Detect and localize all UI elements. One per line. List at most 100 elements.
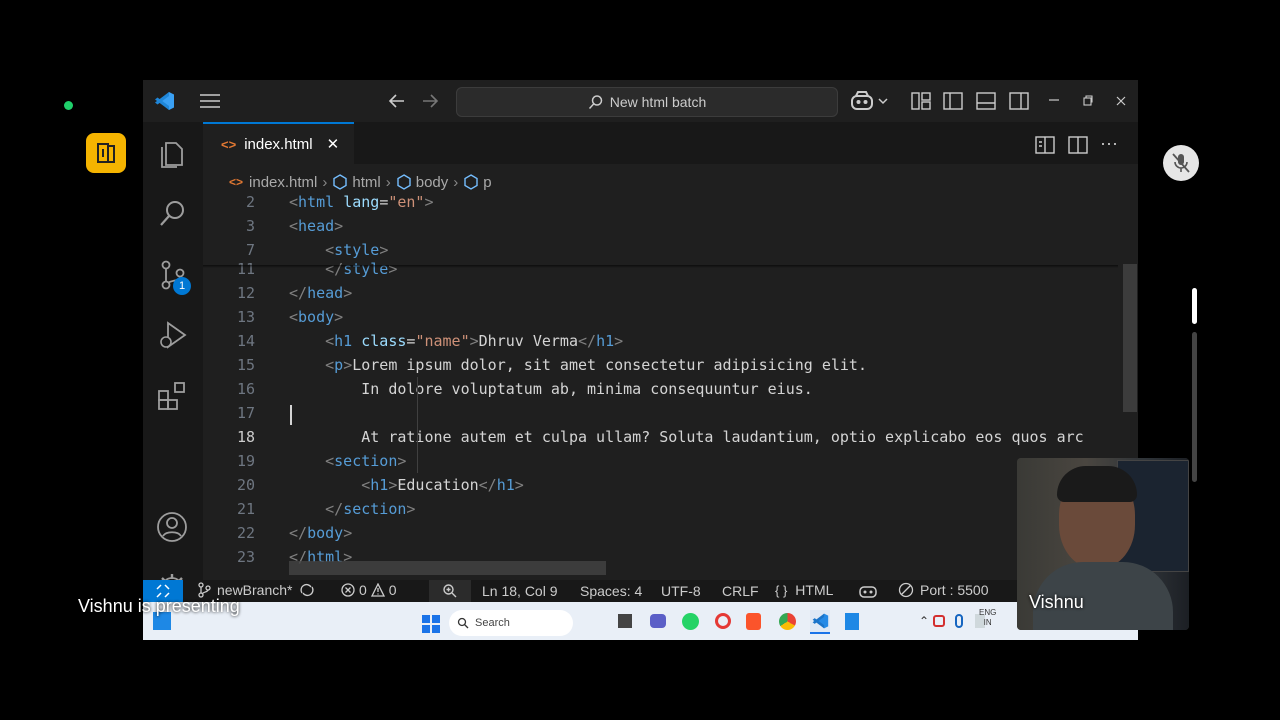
cursor-position[interactable]: Ln 18, Col 9 (482, 583, 558, 599)
code-text: <style> (325, 241, 389, 259)
language-indicator[interactable]: ENG IN (979, 608, 996, 628)
live-server-port[interactable]: Port : 5500 (898, 582, 989, 598)
code-text: At ratione autem et culpa ullam? Soluta … (361, 428, 1084, 446)
tab-index-html[interactable]: <> index.html ✕ (203, 122, 354, 164)
windows-start-icon[interactable] (422, 615, 440, 638)
tab-close-icon[interactable]: ✕ (327, 135, 340, 153)
toggle-panel-icon[interactable] (976, 92, 996, 115)
tab-label: index.html (244, 135, 313, 153)
split-editor-icon[interactable] (1068, 136, 1088, 159)
element-icon (464, 174, 478, 190)
sync-icon[interactable] (299, 583, 315, 597)
windows-taskbar: Search ⌃ ENG IN (143, 602, 1138, 640)
back-arrow-icon[interactable] (388, 92, 406, 115)
language-mode[interactable]: { } HTML (775, 582, 833, 598)
text-cursor (290, 405, 292, 425)
no-entry-icon (898, 582, 914, 598)
minimize-icon[interactable] (1049, 93, 1059, 112)
chrome-icon[interactable] (779, 613, 796, 630)
search-icon[interactable] (158, 199, 188, 234)
search-icon (457, 617, 469, 629)
indentation[interactable]: Spaces: 4 (580, 583, 642, 599)
end-of-line[interactable]: CRLF (722, 583, 759, 599)
breadcrumb-item-file[interactable]: index.html (249, 174, 317, 191)
title-bar: New html batch (143, 80, 1138, 122)
mic-off-icon[interactable] (1163, 145, 1199, 181)
code-line[interactable]: 19 <section> (203, 449, 1138, 473)
system-tray-chevron-icon[interactable]: ⌃ (919, 614, 929, 628)
code-line[interactable]: 13 <body> (203, 305, 1138, 329)
element-icon (333, 174, 348, 190)
code-text: <html lang="en"> (289, 193, 434, 211)
forward-arrow-icon[interactable] (421, 92, 439, 115)
copilot-status-icon[interactable] (859, 583, 877, 602)
menu-icon[interactable] (199, 92, 221, 115)
line-number: 18 (236, 428, 255, 446)
extensions-icon[interactable] (157, 380, 189, 417)
code-line[interactable]: 14 <h1 class="name">Dhruv Verma</h1> (203, 329, 1138, 353)
close-window-icon[interactable] (1116, 94, 1126, 112)
horizontal-scrollbar[interactable] (289, 561, 606, 575)
code-line[interactable]: 20 <h1>Education</h1> (203, 473, 1138, 497)
person-hair (1057, 466, 1137, 502)
teams-icon[interactable] (650, 614, 666, 628)
command-center-search[interactable]: New html batch (456, 87, 838, 117)
code-line[interactable]: 18 At ratione autem et culpa ullam? Solu… (203, 425, 1138, 449)
code-text: <body> (289, 308, 344, 326)
copilot-button[interactable] (850, 90, 889, 112)
chevron-right-icon: › (322, 173, 328, 191)
more-actions-icon[interactable]: ··· (1100, 134, 1118, 152)
vscode-window: New html batch 1 <> index.html ✕ ··· <> … (143, 80, 1138, 640)
brave-icon[interactable] (746, 613, 761, 630)
breadcrumb-item-html[interactable]: html (352, 174, 380, 191)
code-line[interactable]: 7 <style> (203, 238, 1138, 262)
task-view-icon[interactable] (618, 614, 632, 628)
tray-app-icon[interactable] (933, 615, 945, 627)
scroll-indicator-track (1192, 332, 1197, 482)
taskbar-search[interactable]: Search (449, 610, 573, 636)
opera-icon[interactable] (715, 613, 731, 629)
error-icon (341, 583, 355, 597)
code-line[interactable]: 17 (203, 401, 1138, 425)
toggle-secondary-sidebar-icon[interactable] (1009, 92, 1029, 115)
toggle-primary-sidebar-icon[interactable] (943, 92, 963, 115)
code-line[interactable]: 16 In dolore voluptatum ab, minima conse… (203, 377, 1138, 401)
code-line[interactable]: 3 <head> (203, 214, 1138, 238)
line-number: 23 (236, 548, 255, 566)
code-line[interactable]: 22 </body> (203, 521, 1138, 545)
line-number: 7 (245, 241, 255, 259)
code-editor[interactable]: 23 </html> 22 </body> 21 </section> 20 <h1>Ed… (203, 193, 1138, 580)
problems-indicator[interactable]: 0 0 (341, 582, 397, 598)
zoom-icon (443, 584, 457, 598)
vertical-scrollbar[interactable] (1123, 264, 1137, 412)
warning-count: 0 (388, 582, 397, 598)
code-line[interactable]: 15 <p>Lorem ipsum dolor, sit amet consec… (203, 353, 1138, 377)
code-line[interactable]: 21 </section> (203, 497, 1138, 521)
line-number: 16 (236, 380, 255, 398)
code-line[interactable]: 12 </head> (203, 281, 1138, 305)
line-number: 3 (245, 217, 255, 235)
breadcrumb-item-body[interactable]: body (416, 174, 449, 191)
code-text: In dolore voluptatum ab, minima consequu… (361, 380, 813, 398)
encoding[interactable]: UTF-8 (661, 583, 701, 599)
code-text: </head> (289, 284, 353, 302)
breadcrumb-item-p[interactable]: p (483, 174, 491, 191)
open-preview-icon[interactable] (1035, 136, 1055, 159)
code-line[interactable]: 2 <html lang="en"> (203, 190, 1138, 214)
run-debug-icon[interactable] (157, 319, 189, 356)
restore-icon[interactable] (1083, 94, 1093, 112)
accounts-icon[interactable] (156, 511, 188, 548)
line-number: 21 (236, 500, 255, 518)
explorer-icon[interactable] (157, 137, 187, 174)
camera-tile[interactable]: Vishnu (1017, 458, 1189, 630)
vscode-taskbar-icon[interactable] (810, 610, 830, 634)
app-icon[interactable] (86, 133, 126, 173)
notepad-icon[interactable] (845, 613, 859, 630)
whatsapp-icon[interactable] (682, 613, 699, 630)
zoom-button[interactable] (429, 580, 471, 602)
customize-layout-icon[interactable] (911, 92, 931, 115)
code-text: <head> (289, 217, 344, 235)
line-number: 14 (236, 332, 255, 350)
microphone-tray-icon[interactable] (955, 614, 963, 628)
indent-guide (417, 425, 418, 473)
